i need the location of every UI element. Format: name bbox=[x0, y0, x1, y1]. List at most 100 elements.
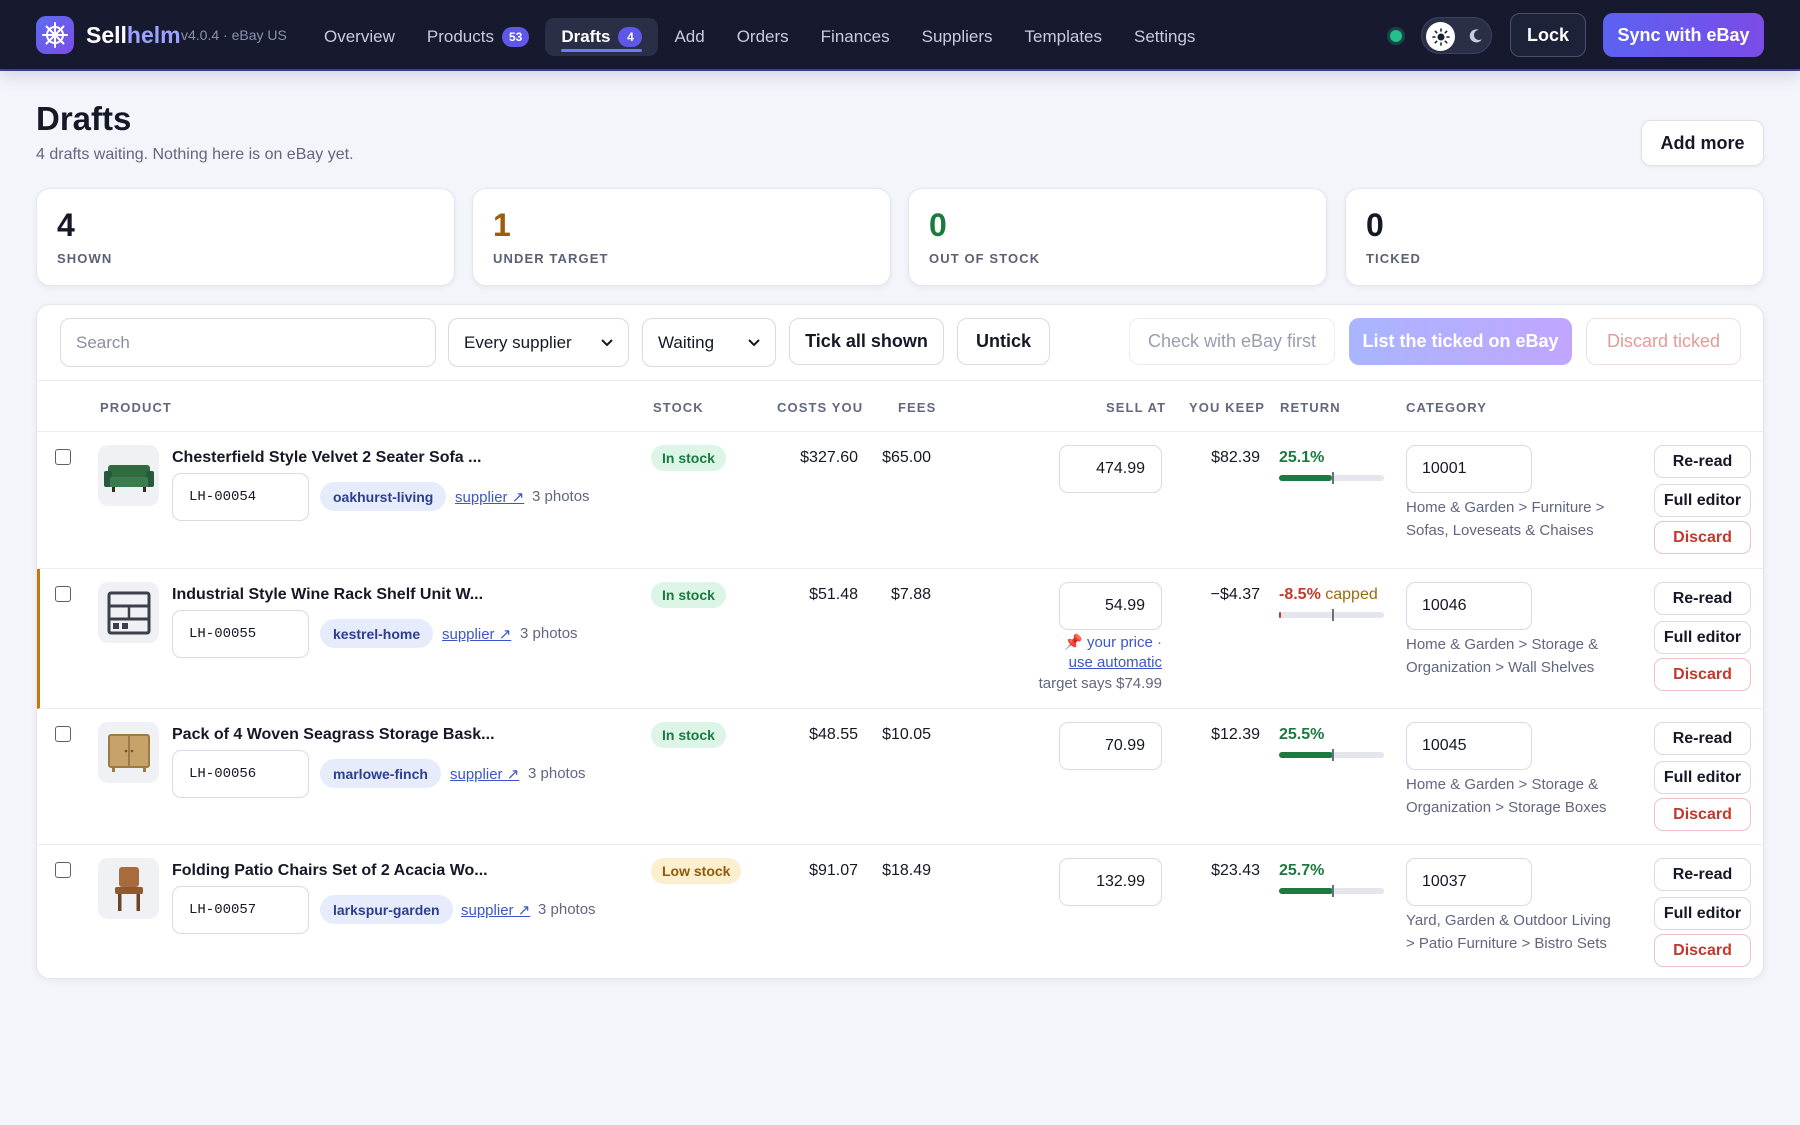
supplier-link[interactable]: supplier ↗ bbox=[461, 901, 530, 919]
reread-button[interactable]: Re-read bbox=[1654, 445, 1751, 478]
photo-count: 3 photos bbox=[532, 488, 590, 505]
category-path: Home & Garden > Storage & Organization >… bbox=[1406, 636, 1599, 676]
connection-status-dot bbox=[1390, 30, 1402, 42]
theme-toggle[interactable] bbox=[1421, 17, 1492, 54]
category-id-input[interactable]: 10037 bbox=[1406, 858, 1532, 906]
price-hint: 📌 your price · bbox=[970, 633, 1162, 653]
category-id-input[interactable]: 10046 bbox=[1406, 582, 1532, 630]
status-filter-select[interactable]: Waiting bbox=[642, 318, 776, 367]
use-automatic-link[interactable]: use automatic bbox=[1069, 654, 1162, 671]
chair-icon bbox=[98, 858, 159, 919]
sku-input[interactable]: LH-00055 bbox=[172, 610, 309, 658]
col-product: PRODUCT bbox=[100, 400, 172, 415]
supplier-chip: larkspur-garden bbox=[320, 895, 453, 924]
nav-finances[interactable]: Finances bbox=[805, 18, 906, 56]
untick-button[interactable]: Untick bbox=[957, 318, 1050, 365]
return-bar bbox=[1279, 749, 1384, 761]
sell-price-input[interactable]: 474.99 bbox=[1059, 445, 1162, 493]
row-checkbox[interactable] bbox=[55, 862, 71, 878]
product-title[interactable]: Pack of 4 Woven Seagrass Storage Bask... bbox=[172, 726, 495, 744]
reread-button[interactable]: Re-read bbox=[1654, 858, 1751, 891]
discard-button[interactable]: Discard bbox=[1654, 798, 1751, 831]
supplier-filter-select[interactable]: Every supplier bbox=[448, 318, 629, 367]
use-automatic-link-wrap: use automatic bbox=[970, 653, 1162, 673]
chevron-down-icon bbox=[601, 338, 613, 346]
tick-all-shown-button[interactable]: Tick all shown bbox=[789, 318, 944, 365]
sku-input[interactable]: LH-00056 bbox=[172, 750, 309, 798]
row-checkbox[interactable] bbox=[55, 449, 71, 465]
check-with-ebay-button[interactable]: Check with eBay first bbox=[1129, 318, 1335, 365]
ship-wheel-logo-icon[interactable] bbox=[36, 16, 74, 54]
product-title[interactable]: Industrial Style Wine Rack Shelf Unit W.… bbox=[172, 586, 483, 604]
supplier-link[interactable]: supplier ↗ bbox=[450, 765, 519, 783]
col-sell-at: SELL AT bbox=[1106, 400, 1167, 415]
nav-overview[interactable]: Overview bbox=[308, 18, 411, 56]
sync-with-ebay-button[interactable]: Sync with eBay bbox=[1603, 13, 1764, 57]
nav-drafts[interactable]: Drafts 4 bbox=[545, 18, 659, 56]
table-row: Folding Patio Chairs Set of 2 Acacia Wo.… bbox=[37, 845, 1763, 978]
moon-icon bbox=[1466, 26, 1486, 46]
hint-separator: · bbox=[1157, 634, 1162, 651]
product-title[interactable]: Chesterfield Style Velvet 2 Seater Sofa … bbox=[172, 449, 481, 467]
reread-button[interactable]: Re-read bbox=[1654, 722, 1751, 755]
category-path: Home & Garden > Furniture > Sofas, Loves… bbox=[1406, 499, 1605, 539]
stat-label: TICKED bbox=[1366, 251, 1421, 266]
stat-label: OUT OF STOCK bbox=[929, 251, 1041, 266]
sell-price-input[interactable]: 70.99 bbox=[1059, 722, 1162, 770]
nav-orders[interactable]: Orders bbox=[721, 18, 805, 56]
category-id-input[interactable]: 10001 bbox=[1406, 445, 1532, 493]
stock-badge: Low stock bbox=[651, 858, 742, 884]
col-category: CATEGORY bbox=[1406, 400, 1488, 415]
target-marker bbox=[1332, 472, 1334, 484]
col-fees: FEES bbox=[898, 400, 937, 415]
full-editor-button[interactable]: Full editor bbox=[1654, 897, 1751, 930]
lock-button[interactable]: Lock bbox=[1510, 13, 1586, 57]
full-editor-button[interactable]: Full editor bbox=[1654, 484, 1751, 517]
discard-ticked-button[interactable]: Discard ticked bbox=[1586, 318, 1741, 365]
full-editor-button[interactable]: Full editor bbox=[1654, 761, 1751, 794]
nav-templates[interactable]: Templates bbox=[1009, 18, 1118, 56]
stat-value: 1 bbox=[493, 207, 511, 243]
stat-value: 0 bbox=[1366, 207, 1384, 243]
supplier-link[interactable]: supplier ↗ bbox=[442, 625, 511, 643]
search-input[interactable] bbox=[60, 318, 436, 367]
add-more-button[interactable]: Add more bbox=[1641, 120, 1764, 166]
cost-value: $91.07 bbox=[809, 862, 858, 879]
you-keep-value: $23.43 bbox=[1211, 862, 1260, 879]
drafts-count-badge: 4 bbox=[618, 27, 643, 47]
sell-price-input[interactable]: 132.99 bbox=[1059, 858, 1162, 906]
discard-button[interactable]: Discard bbox=[1654, 658, 1751, 691]
products-count-badge: 53 bbox=[501, 27, 530, 47]
discard-button[interactable]: Discard bbox=[1654, 934, 1751, 967]
nav-products[interactable]: Products 53 bbox=[411, 18, 545, 56]
sku-input[interactable]: LH-00054 bbox=[172, 473, 309, 521]
return-bar-fill bbox=[1279, 612, 1282, 618]
reread-button[interactable]: Re-read bbox=[1654, 582, 1751, 615]
sku-input[interactable]: LH-00057 bbox=[172, 886, 309, 934]
return-bar bbox=[1279, 472, 1384, 484]
table-row: Industrial Style Wine Rack Shelf Unit W.… bbox=[37, 569, 1763, 709]
sell-price-input[interactable]: 54.99 bbox=[1059, 582, 1162, 630]
supplier-link[interactable]: supplier ↗ bbox=[455, 488, 524, 506]
discard-button[interactable]: Discard bbox=[1654, 521, 1751, 554]
nav-add[interactable]: Add bbox=[658, 18, 720, 56]
full-editor-button[interactable]: Full editor bbox=[1654, 621, 1751, 654]
supplier-chip: oakhurst-living bbox=[320, 482, 447, 511]
list-ticked-on-ebay-button[interactable]: List the ticked on eBay bbox=[1349, 318, 1572, 365]
return-bar bbox=[1279, 885, 1384, 897]
your-price-label: your price bbox=[1086, 634, 1153, 651]
table-row: Chesterfield Style Velvet 2 Seater Sofa … bbox=[37, 432, 1763, 569]
nav-suppliers[interactable]: Suppliers bbox=[906, 18, 1009, 56]
category-id-input[interactable]: 10045 bbox=[1406, 722, 1532, 770]
nav-settings[interactable]: Settings bbox=[1118, 18, 1211, 56]
row-checkbox[interactable] bbox=[55, 726, 71, 742]
supplier-chip: marlowe-finch bbox=[320, 759, 441, 788]
drafts-panel: Every supplier Waiting Tick all shown Un… bbox=[36, 304, 1764, 979]
stat-label: SHOWN bbox=[57, 251, 113, 266]
category-path: Yard, Garden & Outdoor Living > Patio Fu… bbox=[1406, 912, 1611, 952]
you-keep-value: $82.39 bbox=[1211, 449, 1260, 466]
sun-icon bbox=[1426, 22, 1455, 51]
stock-badge: In stock bbox=[651, 582, 726, 608]
row-checkbox[interactable] bbox=[55, 586, 71, 602]
product-title[interactable]: Folding Patio Chairs Set of 2 Acacia Wo.… bbox=[172, 862, 488, 880]
